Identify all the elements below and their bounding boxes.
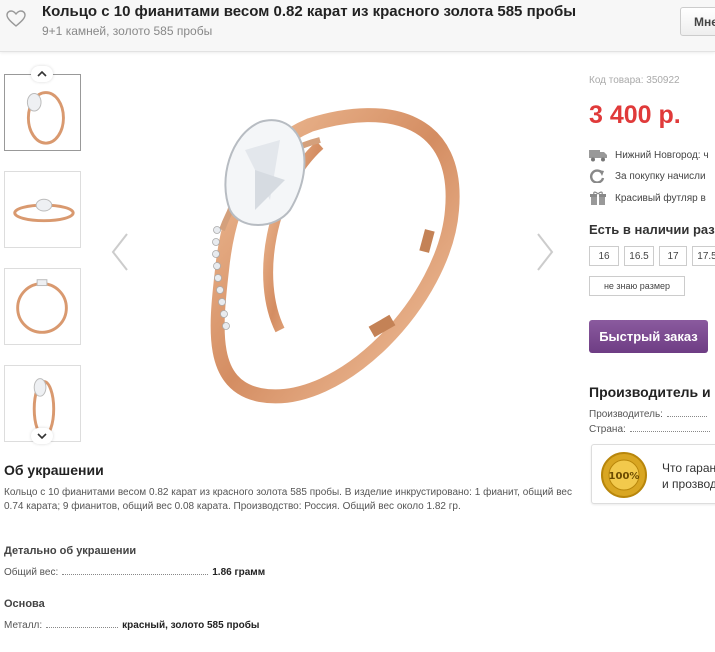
dot-leader (666, 410, 707, 417)
about-text: Кольцо с 10 фианитами весом 0.82 карат и… (4, 487, 572, 512)
feature-case-text: Красивый футляр в (615, 192, 706, 204)
ring-thumbnail-icon (26, 91, 65, 145)
country-row: Страна: (589, 424, 710, 435)
price: 3 400 р. (589, 101, 681, 129)
guarantee-text: Что гаран и прозвод (662, 460, 715, 492)
prev-image-arrow[interactable] (110, 232, 130, 272)
maker-row: Производитель: (589, 409, 707, 420)
maker-label: Производитель: (589, 409, 663, 420)
dot-leader (629, 425, 710, 432)
guarantee-line-2: и прозвод (662, 477, 715, 491)
maker-heading: Производитель и (589, 384, 711, 400)
dot-leader (46, 621, 119, 628)
weight-value: 1.86 грамм (212, 567, 266, 578)
base-heading: Основа (4, 598, 45, 610)
size-option-16[interactable]: 16 (589, 246, 619, 266)
size-option-17-5[interactable]: 17.5 (692, 246, 715, 266)
next-image-arrow[interactable] (535, 232, 555, 272)
feature-bonus-text: За покупку начисли (615, 170, 706, 182)
size-option-17[interactable]: 17 (659, 246, 687, 266)
metal-row: Металл: красный, золото 585 пробы (4, 620, 259, 631)
top-menu-button[interactable]: Мне (680, 7, 715, 36)
heart-icon[interactable] (6, 10, 26, 28)
refresh-icon (590, 169, 605, 183)
quick-order-button[interactable]: Быстрый заказ (589, 320, 708, 353)
feature-delivery: Нижний Новгород: ч (589, 148, 709, 162)
product-image[interactable] (160, 80, 500, 420)
weight-label: Общий вес: (4, 567, 59, 578)
feature-delivery-text: Нижний Новгород: ч (615, 149, 709, 161)
product-subtitle: 9+1 камней, золото 585 пробы (42, 24, 213, 38)
gift-icon (590, 191, 606, 205)
chevron-down-icon (37, 433, 47, 439)
sku-text: Код товара: 350922 (589, 75, 680, 86)
thumbs-down-arrow[interactable] (31, 428, 53, 444)
thumbnail-2[interactable] (4, 171, 81, 248)
feature-bonus: За покупку начисли (589, 169, 706, 183)
thumbnail-3[interactable] (4, 268, 81, 345)
stock-heading: Есть в наличии раз (589, 222, 715, 237)
dot-leader (62, 568, 209, 575)
metal-value: красный, золото 585 пробы (122, 620, 260, 631)
unknown-size-button[interactable]: не знаю размер (589, 276, 685, 296)
top-bar: Кольцо с 10 фианитами весом 0.82 карат и… (0, 0, 715, 52)
guarantee-line-1: Что гаран (662, 461, 715, 475)
product-title: Кольцо с 10 фианитами весом 0.82 карат и… (42, 3, 577, 20)
weight-row: Общий вес: 1.86 грамм (4, 567, 265, 578)
guarantee-seal-icon: 100% (601, 452, 647, 498)
details-heading: Детально об украшении (4, 545, 137, 557)
feature-case: Красивый футляр в (589, 191, 706, 205)
ring-thumbnail-icon (13, 198, 75, 223)
thumbs-up-arrow[interactable] (31, 66, 53, 82)
guarantee-seal-text: 100% (609, 471, 640, 482)
size-option-16-5[interactable]: 16.5 (624, 246, 654, 266)
ring-thumbnail-icon (16, 279, 68, 334)
guarantee-box[interactable]: 100% Что гаран и прозвод (591, 444, 715, 504)
metal-label: Металл: (4, 620, 43, 631)
thumbnail-1[interactable] (4, 74, 81, 151)
chevron-up-icon (37, 71, 47, 77)
country-label: Страна: (589, 424, 626, 435)
about-heading: Об украшении (4, 462, 104, 478)
truck-icon (589, 150, 607, 162)
